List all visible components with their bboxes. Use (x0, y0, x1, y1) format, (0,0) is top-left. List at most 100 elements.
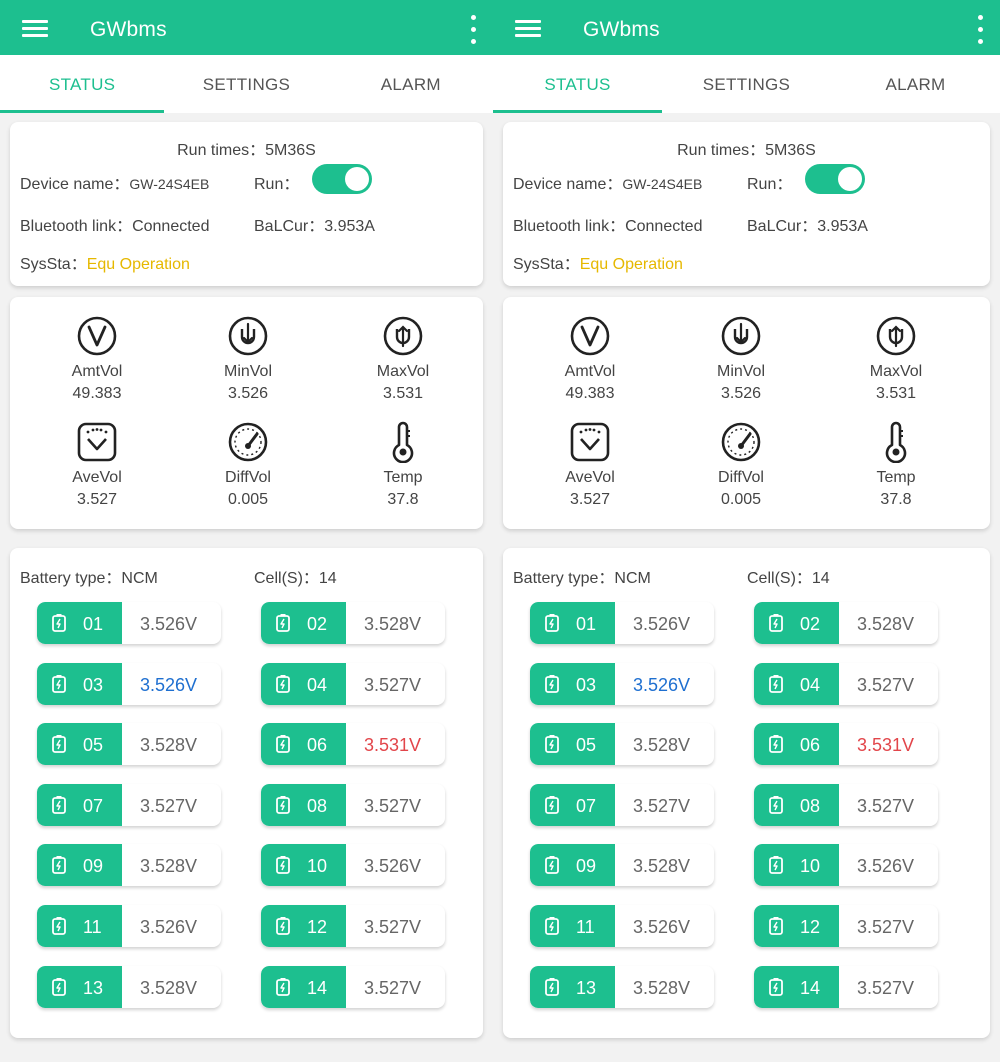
stat-value: 49.383 (565, 385, 615, 402)
cell-02: 02 3.528V (261, 602, 445, 644)
device-info-card: Run times：5M36S Device name：GW-24S4EB Ru… (503, 122, 990, 286)
average-voltage-icon (569, 421, 611, 463)
gauge-icon (227, 421, 269, 463)
stat-avevol: AveVol 3.527 (515, 421, 665, 509)
cell-number: 03 (83, 674, 104, 695)
cell-index: 03 (530, 662, 615, 705)
stat-value: 49.383 (72, 385, 122, 402)
cell-index: 04 (261, 662, 346, 705)
cell-index: 02 (754, 602, 839, 644)
cell-05: 05 3.528V (37, 723, 221, 766)
tab-alarm[interactable]: ALARM (831, 55, 1000, 113)
stat-avevol: AveVol 3.527 (22, 421, 172, 509)
app-screen-right: GWbms STATUS SETTINGS ALARM Run times：5M… (493, 0, 1000, 1062)
cell-index: 07 (530, 783, 615, 826)
cell-number: 09 (576, 856, 597, 877)
run-label: Run： (254, 176, 300, 193)
run-toggle[interactable] (312, 164, 372, 194)
cell-index: 08 (261, 783, 346, 826)
cell-number: 12 (307, 917, 328, 937)
stat-maxvol: MaxVol 3.531 (821, 315, 971, 403)
max-voltage-icon (875, 315, 917, 357)
cell-index: 11 (37, 905, 122, 947)
cell-index: 13 (37, 965, 122, 1008)
stat-label: MaxVol (376, 363, 430, 380)
tab-status[interactable]: STATUS (493, 55, 662, 113)
average-voltage-icon (76, 421, 118, 463)
cell-11: 11 3.526V (37, 905, 221, 947)
cell-01: 01 3.526V (37, 602, 221, 644)
cell-voltage: 3.526V (633, 614, 691, 634)
cell-index: 01 (37, 602, 122, 644)
more-options-icon[interactable] (471, 15, 477, 47)
cell-number: 06 (307, 735, 328, 756)
cell-voltage: 3.526V (140, 614, 198, 634)
cell-09: 09 3.528V (37, 844, 221, 887)
app-title: GWbms (583, 18, 660, 41)
menu-icon[interactable] (515, 20, 541, 38)
bluetooth-link: Bluetooth link：Connected (513, 218, 703, 235)
cell-number: 05 (576, 735, 597, 756)
gauge-icon (720, 421, 762, 463)
device-name: Device name：GW-24S4EB (20, 176, 210, 193)
stat-temp: Temp 37.8 (821, 421, 971, 509)
screens-container: GWbms STATUS SETTINGS ALARM Run times：5M… (0, 0, 1000, 1062)
app-bar: GWbms (0, 0, 493, 55)
stat-label: AmtVol (71, 363, 123, 380)
cell-13: 13 3.528V (530, 965, 714, 1008)
cell-voltage: 3.527V (633, 795, 691, 816)
cell-voltage: 3.528V (140, 856, 198, 877)
cell-index: 03 (37, 662, 122, 705)
cell-02: 02 3.528V (754, 602, 938, 644)
cell-index: 06 (261, 723, 346, 766)
stat-label: DiffVol (718, 469, 764, 486)
stat-label: AmtVol (564, 363, 616, 380)
cell-01: 01 3.526V (530, 602, 714, 644)
more-options-icon[interactable] (978, 15, 984, 47)
cell-04: 04 3.527V (261, 662, 445, 705)
cell-number: 01 (576, 614, 597, 634)
cell-index: 09 (37, 844, 122, 887)
cell-index: 12 (261, 905, 346, 947)
tab-alarm[interactable]: ALARM (329, 55, 493, 113)
volt-v-icon (76, 315, 118, 357)
cell-number: 13 (576, 977, 597, 998)
balance-current: BaLCur：3.953A (254, 218, 375, 235)
cell-voltage: 3.531V (364, 735, 422, 756)
cell-voltage: 3.527V (364, 917, 422, 937)
thermometer-icon (382, 421, 424, 464)
cells-card: Battery type：NCM Cell(S)：14 01 3.526V 02 3.… (10, 548, 483, 1038)
cell-08: 08 3.527V (261, 783, 445, 826)
cell-number: 11 (576, 917, 595, 937)
battery-type: Battery type：NCM (513, 570, 651, 587)
cell-voltage: 3.531V (857, 735, 915, 756)
cell-number: 06 (800, 735, 821, 756)
cell-voltage: 3.527V (364, 977, 422, 998)
app-title: GWbms (90, 18, 167, 41)
stat-value: 0.005 (720, 491, 762, 508)
cell-04: 04 3.527V (754, 662, 938, 705)
cell-10: 10 3.526V (261, 844, 445, 887)
menu-icon[interactable] (22, 20, 48, 38)
stat-label: Temp (876, 469, 916, 486)
cell-index: 14 (261, 965, 346, 1008)
tab-status[interactable]: STATUS (0, 55, 165, 113)
cell-index: 09 (530, 844, 615, 887)
stat-value: 3.531 (382, 385, 424, 402)
run-toggle[interactable] (805, 164, 865, 194)
volt-v-icon (569, 315, 611, 357)
cell-voltage: 3.526V (633, 674, 691, 695)
stat-value: 3.531 (875, 385, 917, 402)
run-times: Run times：5M36S (177, 142, 316, 159)
cell-05: 05 3.528V (530, 723, 714, 766)
cell-12: 12 3.527V (754, 905, 938, 947)
tab-settings[interactable]: SETTINGS (662, 55, 831, 113)
stat-minvol: MinVol 3.526 (173, 315, 323, 403)
stat-amtvol: AmtVol 49.383 (515, 315, 665, 403)
tab-settings[interactable]: SETTINGS (164, 55, 328, 113)
system-status: SysSta：Equ Operation (20, 256, 190, 273)
stat-value: 3.527 (76, 491, 118, 508)
cell-number: 09 (83, 856, 104, 877)
stat-label: DiffVol (225, 469, 271, 486)
cell-voltage: 3.528V (633, 977, 691, 998)
